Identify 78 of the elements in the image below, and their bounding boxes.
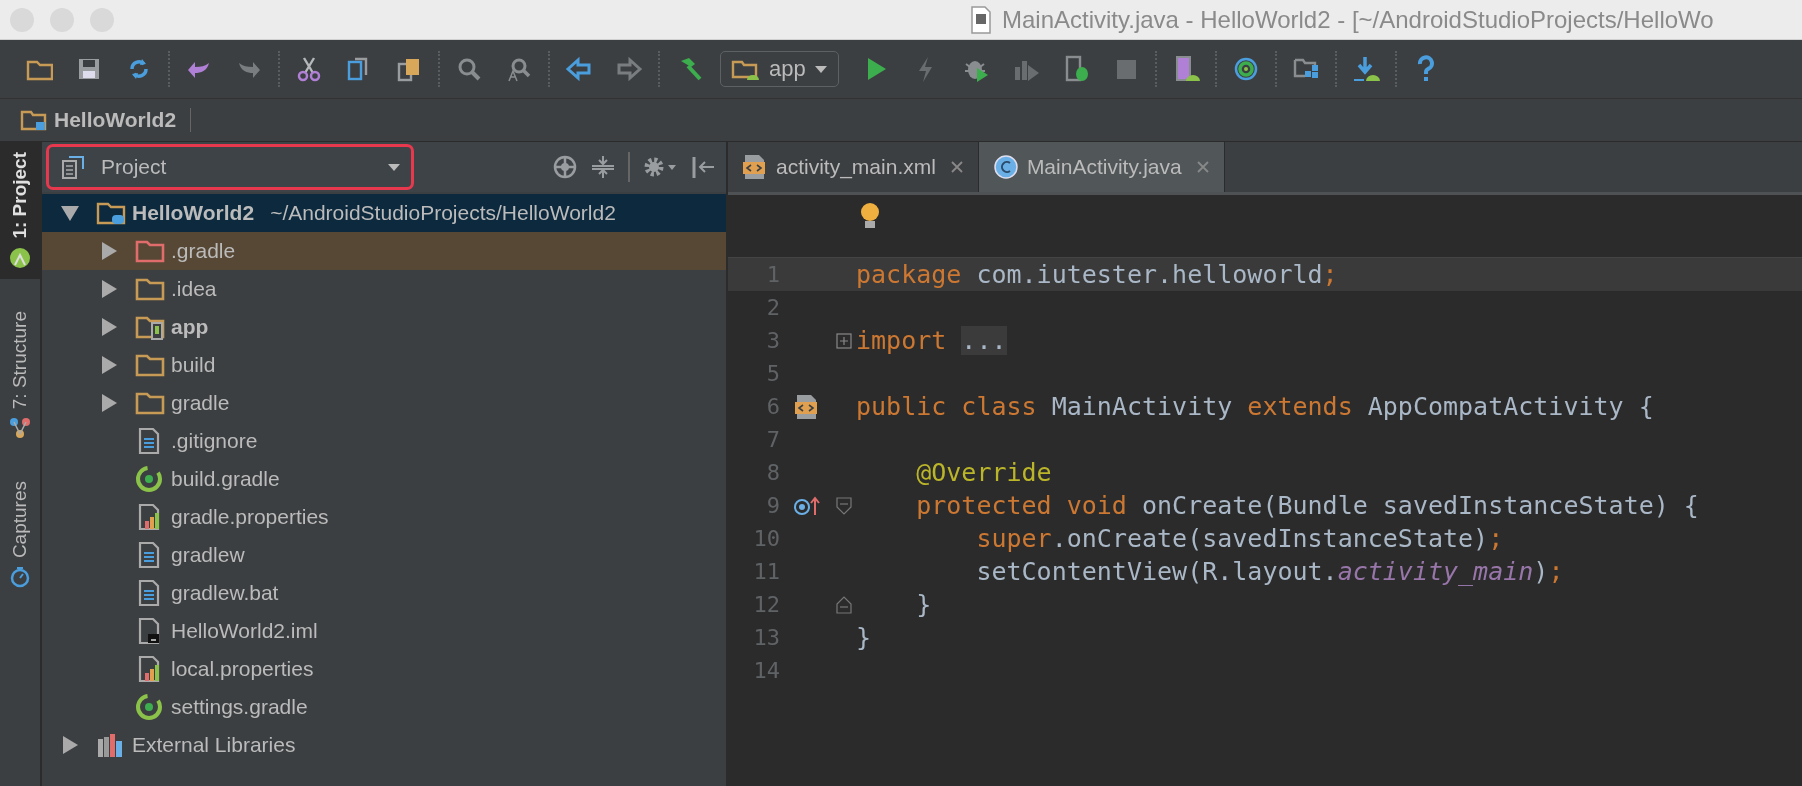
collapsed-arrow-icon[interactable] [99,279,119,299]
line-number: 6 [765,394,780,419]
current-code-line: package com.iutester.helloworld; [855,260,1338,289]
code-line: } [855,623,872,652]
line-number: 3 [765,328,780,353]
code-line: public class MainActivity extends AppCompatActivity { [855,392,1654,421]
collapsed-arrow-icon[interactable] [99,355,119,375]
code-line: setContentView(R.layout.activity_main); [975,557,1564,586]
gradle-file-icon [135,465,165,493]
close-icon[interactable] [1195,160,1210,174]
collapse-fold-icon[interactable] [836,595,852,614]
lightbulb-icon[interactable] [858,201,882,231]
gradle-file-icon [135,693,165,721]
layout-file-icon[interactable] [794,392,820,421]
folder-icon [20,108,48,132]
expanded-arrow-icon[interactable] [60,203,80,223]
editor-tab[interactable]: MainActivity.java [978,142,1225,192]
forward-arrow-icon[interactable] [615,55,643,83]
collapsed-arrow-icon[interactable] [60,735,80,755]
tree-item[interactable]: HelloWorld2.iml [42,612,726,650]
back-arrow-icon[interactable] [565,55,593,83]
line-number: 14 [752,658,780,683]
line-number: 10 [752,526,780,551]
collapsed-arrow-icon[interactable] [99,317,119,337]
code-line: super.onCreate(savedInstanceState); [975,524,1504,553]
editor-tab[interactable]: activity_main.xml [728,142,979,192]
java-file-icon [970,5,992,34]
run-config-dropdown[interactable]: app [720,51,839,87]
download-icon[interactable] [1351,55,1380,83]
code-line: } [915,590,932,619]
side-tab[interactable]: 7: Structure [0,300,40,449]
view-dropdown[interactable]: Project [46,144,414,190]
window-title: MainActivity.java - HelloWorld2 - [~/AndroidStudioProjects/HelloWo [1002,5,1714,34]
expand-fold-icon[interactable] [836,332,852,349]
class-icon [992,154,1019,180]
close-icon[interactable] [949,160,964,174]
code-line: protected void onCreate(Bundle savedInstanceState) { [915,491,1699,520]
tree-item[interactable]: External Libraries [42,726,726,764]
tree-item[interactable]: gradle [42,384,726,422]
line-number: 13 [752,625,780,650]
locate-icon[interactable] [552,154,578,180]
line-number: 8 [765,460,780,485]
tree-item[interactable]: settings.gradle [42,688,726,726]
breadcrumb-item[interactable]: HelloWorld2 [20,108,192,132]
tree-item[interactable]: gradle.properties [42,498,726,536]
line-number: 12 [752,592,780,617]
tree-item[interactable]: HelloWorld2 ~/AndroidStudioProjects/HelloWorld2 [42,194,726,232]
caret-icon [813,64,828,74]
tree-item[interactable]: app [42,308,726,346]
line-number: 7 [765,427,780,452]
line-number: 2 [765,295,780,320]
collapsed-arrow-icon[interactable] [99,241,119,261]
collapse-all-icon[interactable] [590,154,616,180]
xml-file-icon [742,153,768,181]
side-tab[interactable]: 1: Project [0,142,40,279]
override-icon[interactable] [793,494,821,517]
tree-item[interactable]: local.properties [42,650,726,688]
stopwatch-icon [9,565,31,588]
hide-panel-icon[interactable] [690,154,716,180]
caret-icon [387,162,401,172]
code-line: import ... [855,326,1007,355]
line-number: 9 [765,493,780,518]
collapsed-arrow-icon[interactable] [99,393,119,413]
scissors-icon[interactable] [295,55,323,83]
code-line: @Override [915,458,1052,487]
structure-icon [9,416,31,439]
tree-item[interactable]: .gitignore [42,422,726,460]
tree-item[interactable]: .idea [42,270,726,308]
tree-item[interactable]: .gradle [42,232,726,270]
collapse-fold-icon[interactable] [836,496,852,515]
tree-item[interactable]: gradlew.bat [42,574,726,612]
line-number: 11 [752,559,780,584]
tree-item[interactable]: build.gradle [42,460,726,498]
android-icon [9,246,31,269]
line-number: 5 [765,361,780,386]
tree-item[interactable]: gradlew [42,536,726,574]
tree-item[interactable]: build [42,346,726,384]
side-tab[interactable]: Captures [0,470,40,598]
